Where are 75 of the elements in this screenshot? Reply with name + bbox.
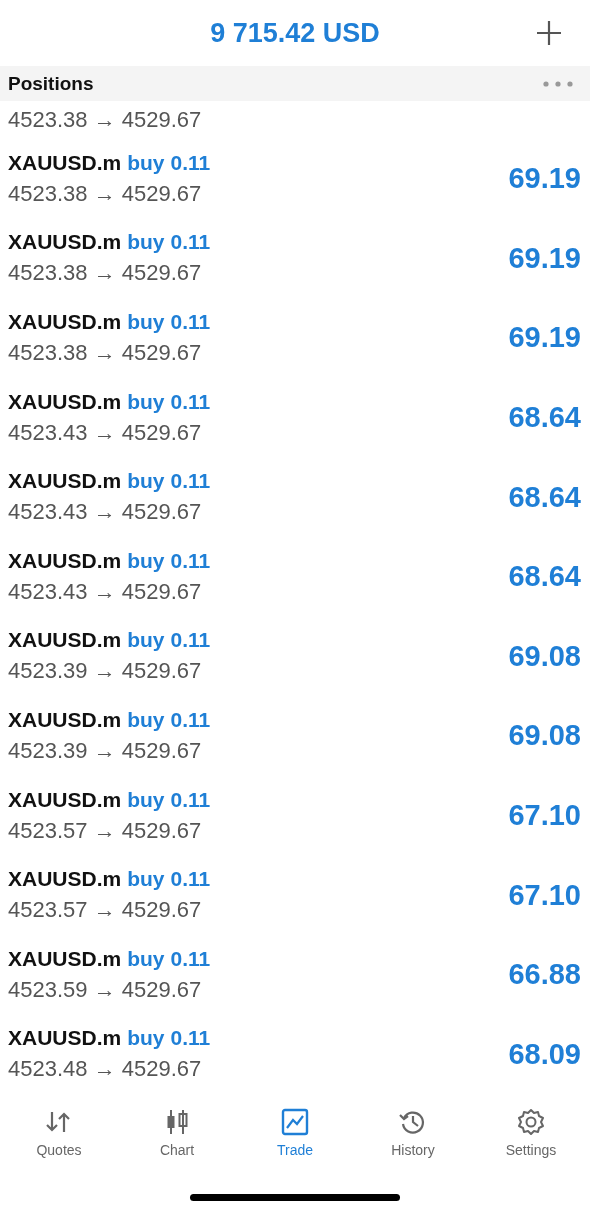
price-range: 4523.43 → 4529.67 — [8, 578, 203, 605]
history-icon — [399, 1108, 427, 1137]
profit-value: 67.10 — [508, 799, 581, 833]
price-range: 4523.59 → 4529.67 — [8, 976, 203, 1003]
symbol-name: XAUUSD.m — [8, 946, 122, 971]
trade-volume: 0.11 — [170, 389, 211, 414]
symbol-name: XAUUSD.m — [8, 150, 122, 175]
profit-value: 69.19 — [508, 162, 581, 196]
trade-volume: 0.11 — [170, 707, 211, 732]
trade-side: buy — [127, 230, 165, 255]
more-icon — [543, 80, 573, 87]
more-button[interactable] — [543, 80, 573, 87]
tab-button[interactable]: Trade — [236, 1102, 354, 1175]
price-range: 4523.38 → 4529.67 — [8, 340, 203, 366]
price-range: 4523.38 → 4529.67 — [8, 107, 202, 133]
trade-side: buy — [127, 469, 165, 494]
profit-value: 67.10 — [508, 878, 581, 912]
trade-volume: 0.11 — [170, 230, 211, 255]
trade-side: buy — [127, 150, 165, 175]
trade-volume: 0.11 — [170, 628, 211, 653]
trade-side: buy — [127, 389, 165, 414]
trade-volume: 0.11 — [170, 946, 211, 971]
trade-volume: 0.11 — [170, 1026, 211, 1051]
line-chart-icon — [281, 1108, 309, 1137]
profit-value: 68.64 — [508, 480, 581, 514]
price-range: 4523.43 → 4529.67 — [8, 419, 203, 446]
symbol-name: XAUUSD.m — [8, 389, 122, 414]
price-range: 4523.39 → 4529.67 — [8, 658, 203, 685]
symbol-name: XAUUSD.m — [8, 628, 122, 653]
symbol-name: XAUUSD.m — [8, 230, 122, 255]
profit-value: 68.64 — [508, 401, 581, 435]
trade-volume: 0.11 — [170, 150, 211, 175]
symbol-name: XAUUSD.m — [8, 469, 122, 494]
price-range: 4523.57 → 4529.67 — [8, 897, 203, 924]
trade-side: buy — [127, 867, 165, 892]
profit-value: 68.64 — [508, 560, 581, 594]
trade-side: buy — [127, 707, 165, 732]
symbol-name: XAUUSD.m — [8, 787, 122, 812]
tab-button[interactable]: Chart — [118, 1102, 236, 1175]
price-range: 4523.38 → 4529.67 — [8, 180, 203, 207]
price-range: 4523.57 → 4529.67 — [8, 817, 203, 844]
profit-value: 68.09 — [508, 1037, 581, 1071]
price-range: 4523.39 → 4529.67 — [8, 737, 203, 764]
profit-value: 69.19 — [508, 241, 581, 275]
tab-button[interactable]: Quotes — [0, 1102, 118, 1175]
trade-side: buy — [127, 1026, 165, 1051]
symbol-name: XAUUSD.m — [8, 867, 122, 892]
profit-value: 69.08 — [508, 639, 581, 673]
price-range: 4523.48 → 4529.67 — [8, 1056, 203, 1083]
balance-amount: 9 715.42 USD — [210, 17, 380, 49]
trade-side: buy — [127, 548, 165, 573]
profit-value: 69.08 — [508, 719, 581, 753]
section-title: Positions — [8, 72, 94, 95]
trade-volume: 0.11 — [170, 469, 211, 494]
symbol-name: XAUUSD.m — [8, 707, 122, 732]
trade-side: buy — [127, 310, 165, 334]
add-button[interactable] — [536, 20, 562, 46]
tab-button[interactable]: Settings — [472, 1102, 590, 1175]
trade-volume: 0.11 — [170, 787, 211, 812]
profit-value: 69.19 — [508, 321, 581, 355]
symbol-name: XAUUSD.m — [8, 310, 122, 334]
trade-side: buy — [127, 787, 165, 812]
symbol-name: XAUUSD.m — [8, 548, 122, 573]
trade-volume: 0.11 — [170, 548, 211, 573]
trade-side: buy — [127, 946, 165, 971]
tab-button[interactable]: History — [354, 1102, 472, 1175]
trade-volume: 0.11 — [170, 310, 211, 334]
plus-icon — [536, 20, 562, 46]
trade-side: buy — [127, 628, 165, 653]
symbol-name: XAUUSD.m — [8, 1026, 122, 1051]
settings-icon — [517, 1108, 545, 1137]
trade-volume: 0.11 — [170, 867, 211, 892]
price-range: 4523.43 → 4529.67 — [8, 499, 203, 526]
price-range: 4523.38 → 4529.67 — [8, 260, 203, 287]
profit-value: 66.88 — [508, 958, 581, 992]
